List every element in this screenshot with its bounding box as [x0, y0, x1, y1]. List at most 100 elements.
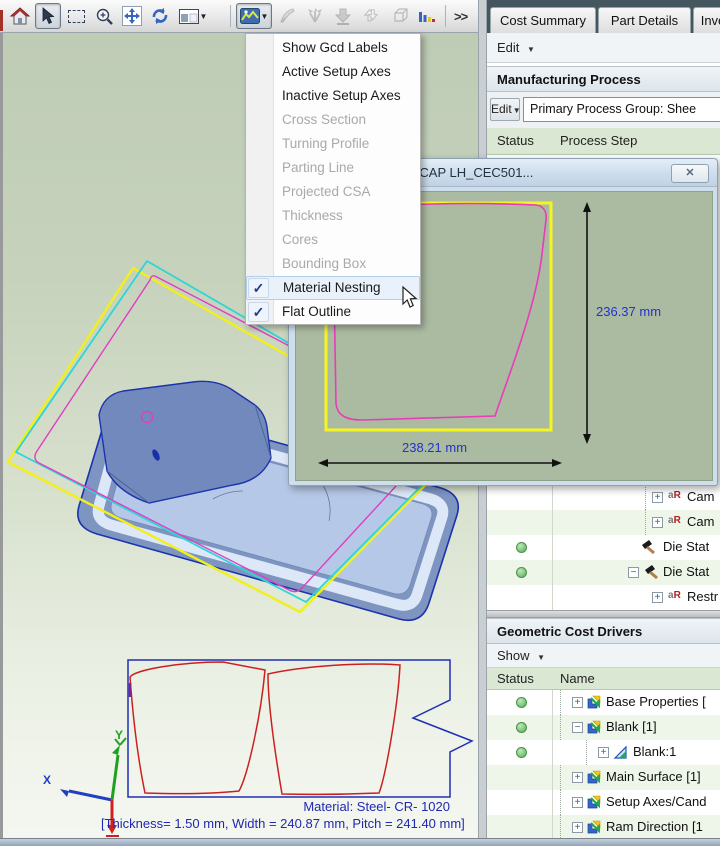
- display-mode-button[interactable]: ▼: [175, 3, 211, 29]
- sync-button[interactable]: [358, 3, 384, 29]
- menu-item-flat-outline[interactable]: ✓ Flat Outline: [246, 300, 420, 324]
- mp-row-label: Restr: [687, 589, 718, 604]
- expand-icon[interactable]: +: [652, 492, 663, 503]
- tree-guide-line: [560, 815, 561, 838]
- zoom-button[interactable]: [91, 3, 117, 29]
- menu-item-cores: Cores: [246, 228, 420, 252]
- mp-row-label: Die Stat: [663, 564, 709, 579]
- expand-icon[interactable]: +: [572, 697, 583, 708]
- gcd-show-menu[interactable]: Show ▼: [487, 644, 720, 668]
- mp-row-restrike[interactable]: + aR Restr: [487, 585, 720, 610]
- mp-edit-button[interactable]: Edit▼: [490, 98, 520, 121]
- menu-item-active-setup-axes[interactable]: Active Setup Axes: [246, 60, 420, 84]
- status-dot-green: [516, 542, 527, 553]
- menu-item-show-gcd-labels[interactable]: Show Gcd Labels: [246, 36, 420, 60]
- process-group-combobox[interactable]: Primary Process Group: Shee: [523, 97, 720, 122]
- close-icon: ✕: [685, 167, 694, 179]
- mp-col-process-step: Process Step: [560, 133, 637, 148]
- select-tool-button[interactable]: [35, 3, 61, 29]
- width-dimension-label: 238.21 mm: [402, 440, 467, 455]
- mp-row-label: Cam: [687, 489, 714, 504]
- column-divider: [552, 485, 553, 510]
- chart-button[interactable]: [414, 3, 440, 29]
- caret-down-icon: ▼: [261, 12, 269, 21]
- tree-guide-line: [560, 790, 561, 815]
- view-options-menu: Show Gcd Labels Active Setup Axes Inacti…: [245, 33, 421, 325]
- mp-row-die-station-2[interactable]: − Die Stat: [487, 560, 720, 585]
- axis-x-label: X: [43, 773, 51, 787]
- nesting-strip-outline: [128, 660, 472, 797]
- toolbar-separator: [445, 5, 446, 27]
- annotate-button[interactable]: [274, 3, 300, 29]
- nested-part-2: [268, 664, 400, 794]
- column-divider: [552, 560, 553, 585]
- gcd-row-blank-1[interactable]: + Blank:1: [487, 740, 720, 765]
- collapse-icon[interactable]: −: [572, 722, 583, 733]
- refresh-button[interactable]: [147, 3, 173, 29]
- import-button[interactable]: [330, 3, 356, 29]
- tab-part-details[interactable]: Part Details: [598, 7, 691, 33]
- status-dot-green: [516, 697, 527, 708]
- gcd-row-blank[interactable]: − Blank [1]: [487, 715, 720, 740]
- window-frame-edge: [0, 33, 3, 838]
- edit-menu-label: Edit: [497, 40, 519, 55]
- gcd-row-setup-axes[interactable]: + Setup Axes/Cand: [487, 790, 720, 815]
- multi-arrow-icon: [306, 8, 324, 24]
- gcd-folder-icon: [587, 770, 602, 784]
- operation-icon: aR: [668, 490, 684, 504]
- mp-row-cam-2[interactable]: + aR Cam: [487, 510, 720, 535]
- marquee-select-button[interactable]: [63, 3, 89, 29]
- expand-icon[interactable]: +: [652, 517, 663, 528]
- menu-item-inactive-setup-axes[interactable]: Inactive Setup Axes: [246, 84, 420, 108]
- menu-item-label: Material Nesting: [283, 280, 381, 295]
- gcd-folder-icon: [587, 695, 602, 709]
- expand-icon[interactable]: +: [572, 797, 583, 808]
- bar-chart-icon: [418, 8, 436, 24]
- panel-edit-menu[interactable]: Edit ▼: [487, 33, 720, 63]
- column-divider: [552, 790, 553, 815]
- collapse-icon[interactable]: −: [628, 567, 639, 578]
- tab-cost-summary[interactable]: Cost Summary: [490, 7, 596, 33]
- bounding-cube-button[interactable]: [386, 3, 412, 29]
- home-button[interactable]: [7, 3, 33, 29]
- home-icon: [10, 7, 30, 25]
- main-toolbar: ▼ ▼: [0, 0, 478, 33]
- mp-edit-label: Edit: [491, 102, 512, 116]
- pan-button[interactable]: [119, 3, 145, 29]
- gcd-row-base-properties[interactable]: + Base Properties [: [487, 690, 720, 715]
- marquee-icon: [68, 10, 85, 23]
- view-options-icon: [240, 8, 260, 24]
- close-button[interactable]: ✕: [671, 164, 709, 183]
- menu-item-material-nesting[interactable]: ✓ Material Nesting: [246, 276, 420, 300]
- column-divider: [552, 690, 553, 715]
- tab-investigation[interactable]: Inve: [693, 7, 720, 33]
- mp-horizontal-scrollbar[interactable]: [487, 610, 720, 618]
- splash-direction-button[interactable]: [302, 3, 328, 29]
- caret-down-icon: ▼: [513, 106, 521, 115]
- gcd-row-ram-direction[interactable]: + Ram Direction [1: [487, 815, 720, 838]
- mp-row-cam-1[interactable]: + aR Cam: [487, 485, 720, 510]
- expand-icon[interactable]: +: [572, 822, 583, 833]
- view-options-button[interactable]: ▼: [236, 3, 272, 29]
- column-divider: [552, 510, 553, 535]
- expand-icon[interactable]: +: [572, 772, 583, 783]
- expand-icon[interactable]: +: [598, 747, 609, 758]
- pointer-icon: [41, 7, 55, 25]
- toolbar-overflow-button[interactable]: >>: [450, 9, 471, 24]
- tree-guide-line: [560, 690, 561, 715]
- mp-row-label: Cam: [687, 514, 714, 529]
- bottom-status-strip: [0, 838, 720, 846]
- menu-item-cross-section: Cross Section: [246, 108, 420, 132]
- expand-icon[interactable]: +: [652, 592, 663, 603]
- axis-y-label: Y: [115, 728, 123, 742]
- mp-row-die-station-1[interactable]: Die Stat: [487, 535, 720, 560]
- column-divider: [552, 715, 553, 740]
- mouse-cursor: [401, 286, 419, 315]
- column-divider: [552, 740, 553, 765]
- gcd-row-main-surface[interactable]: + Main Surface [1]: [487, 765, 720, 790]
- mp-row-label: Die Stat: [663, 539, 709, 554]
- nested-part-1: [130, 662, 265, 794]
- tab-strip: Cost Summary Part Details Inve: [487, 0, 720, 33]
- check-icon: ✓: [248, 278, 269, 298]
- mp-col-status: Status: [497, 133, 534, 148]
